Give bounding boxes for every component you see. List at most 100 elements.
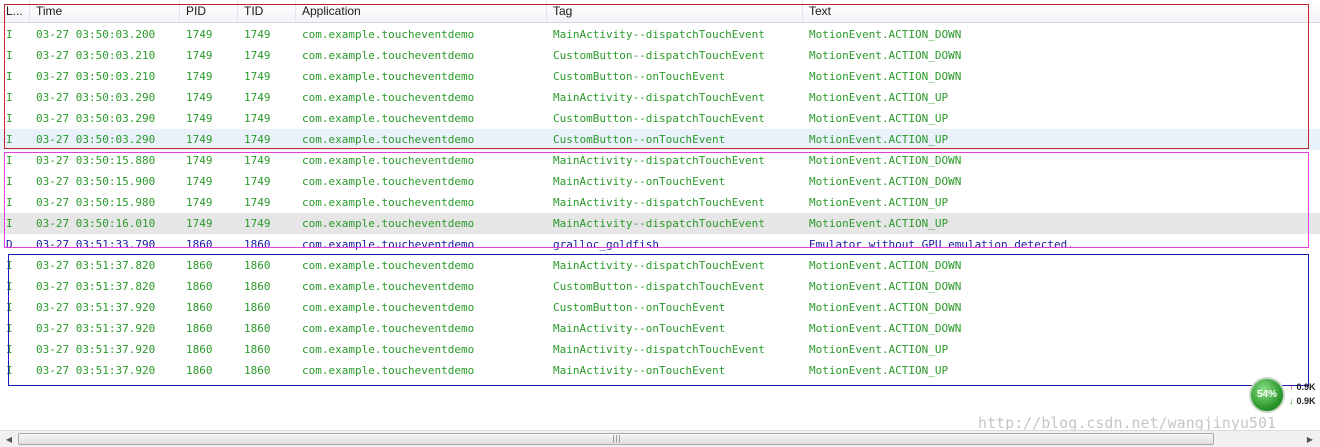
cell-text: MotionEvent.ACTION_DOWN <box>809 49 962 62</box>
cell-text: MotionEvent.ACTION_UP <box>809 133 949 146</box>
cell-time: 03-27 03:50:03.290 <box>36 112 156 125</box>
cell-pid: 1749 <box>186 196 213 209</box>
cell-text: MotionEvent.ACTION_DOWN <box>809 175 962 188</box>
log-row[interactable]: D 03-27 03:51:33.790 1860 1860 com.example.t… <box>0 234 1320 255</box>
network-monitor-widget[interactable]: 54% ↑ 0.9K ↓ 0.9K <box>1249 374 1320 416</box>
cell-tag: CustomButton--onTouchEvent <box>553 133 726 146</box>
cell-application: com.example.toucheventdemo <box>302 133 475 146</box>
scroll-right-icon[interactable]: ▶ <box>1302 432 1318 447</box>
log-row[interactable]: I 03-27 03:51:37.920 1860 1860 com.example.t… <box>0 318 1320 339</box>
cell-pid: 1749 <box>186 49 213 62</box>
cell-level: I <box>6 175 13 188</box>
cell-tid: 1860 <box>244 322 271 335</box>
cell-time: 03-27 03:50:03.290 <box>36 91 156 104</box>
cell-text: MotionEvent.ACTION_UP <box>809 217 949 230</box>
cell-tid: 1860 <box>244 364 271 377</box>
cell-pid: 1749 <box>186 112 213 125</box>
log-row[interactable]: I 03-27 03:50:03.210 1749 1749 com.example.t… <box>0 66 1320 87</box>
scroll-left-icon[interactable]: ◀ <box>1 432 17 447</box>
cell-tag: MainActivity--dispatchTouchEvent <box>553 343 765 356</box>
cpu-usage-badge: 54% <box>1249 377 1285 413</box>
cell-text: MotionEvent.ACTION_DOWN <box>809 259 962 272</box>
column-header-tag[interactable]: Tag <box>547 0 803 22</box>
cell-tag: MainActivity--onTouchEvent <box>553 364 726 377</box>
cell-text: MotionEvent.ACTION_UP <box>809 364 949 377</box>
cell-tag: MainActivity--dispatchTouchEvent <box>553 196 765 209</box>
log-row[interactable]: I 03-27 03:51:37.820 1860 1860 com.example.t… <box>0 276 1320 297</box>
log-row[interactable]: I 03-27 03:50:03.290 1749 1749 com.example.t… <box>0 108 1320 129</box>
cell-level: I <box>6 91 13 104</box>
cell-tag: gralloc_goldfish <box>553 238 659 251</box>
log-row[interactable]: I 03-27 03:51:37.920 1860 1860 com.example.t… <box>0 339 1320 360</box>
cell-tid: 1860 <box>244 343 271 356</box>
cell-tid: 1860 <box>244 238 271 251</box>
cell-level: I <box>6 301 13 314</box>
column-header-application[interactable]: Application <box>296 0 547 22</box>
cell-tag: MainActivity--dispatchTouchEvent <box>553 154 765 167</box>
log-row[interactable]: I 03-27 03:50:15.900 1749 1749 com.example.t… <box>0 171 1320 192</box>
cell-time: 03-27 03:51:37.920 <box>36 322 156 335</box>
cell-level: I <box>6 112 13 125</box>
cell-time: 03-27 03:50:15.980 <box>36 196 156 209</box>
log-table-body: I 03-27 03:50:03.200 1749 1749 com.example.t… <box>0 24 1320 384</box>
cell-tag: CustomButton--onTouchEvent <box>553 70 726 83</box>
cell-time: 03-27 03:50:15.900 <box>36 175 156 188</box>
log-row[interactable]: I 03-27 03:50:03.210 1749 1749 com.example.t… <box>0 45 1320 66</box>
column-header-time[interactable]: Time <box>30 0 180 22</box>
log-row[interactable]: I 03-27 03:50:03.290 1749 1749 com.example.t… <box>0 87 1320 108</box>
cell-application: com.example.toucheventdemo <box>302 175 475 188</box>
cell-text: MotionEvent.ACTION_UP <box>809 91 949 104</box>
cell-pid: 1749 <box>186 91 213 104</box>
log-row[interactable]: I 03-27 03:51:37.820 1860 1860 com.example.t… <box>0 255 1320 276</box>
cell-pid: 1860 <box>186 322 213 335</box>
cell-time: 03-27 03:51:37.820 <box>36 259 156 272</box>
cell-pid: 1860 <box>186 343 213 356</box>
column-header-text[interactable]: Text <box>803 0 1320 22</box>
cell-tid: 1749 <box>244 196 271 209</box>
cell-application: com.example.toucheventdemo <box>302 322 475 335</box>
cell-application: com.example.toucheventdemo <box>302 259 475 272</box>
scrollbar-thumb[interactable]: ||| <box>18 433 1214 445</box>
column-header-label: Text <box>809 4 832 18</box>
column-header-level[interactable]: L... <box>0 0 30 22</box>
download-speed: 0.9K <box>1296 396 1316 406</box>
cell-time: 03-27 03:50:03.290 <box>36 133 156 146</box>
cell-time: 03-27 03:51:33.790 <box>36 238 156 251</box>
column-header-label: TID <box>244 4 264 18</box>
cell-tid: 1749 <box>244 175 271 188</box>
cell-pid: 1749 <box>186 175 213 188</box>
column-header-label: Time <box>36 4 63 18</box>
cell-level: I <box>6 343 13 356</box>
cell-application: com.example.toucheventdemo <box>302 49 475 62</box>
cell-time: 03-27 03:51:37.920 <box>36 364 156 377</box>
log-row[interactable]: I 03-27 03:50:15.880 1749 1749 com.example.t… <box>0 150 1320 171</box>
horizontal-scrollbar[interactable]: ◀ ||| ▶ <box>0 430 1320 447</box>
cell-tag: MainActivity--dispatchTouchEvent <box>553 217 765 230</box>
cell-tid: 1749 <box>244 217 271 230</box>
cell-level: I <box>6 322 13 335</box>
column-header-pid[interactable]: PID <box>180 0 238 22</box>
cell-tid: 1749 <box>244 28 271 41</box>
log-row[interactable]: I 03-27 03:51:37.920 1860 1860 com.example.t… <box>0 297 1320 318</box>
cell-application: com.example.toucheventdemo <box>302 238 475 251</box>
cell-text: MotionEvent.ACTION_DOWN <box>809 28 962 41</box>
cell-text: MotionEvent.ACTION_DOWN <box>809 70 962 83</box>
cell-time: 03-27 03:50:03.210 <box>36 70 156 83</box>
cell-application: com.example.toucheventdemo <box>302 28 475 41</box>
cell-pid: 1749 <box>186 217 213 230</box>
log-row[interactable]: I 03-27 03:50:16.010 1749 1749 com.example.t… <box>0 213 1320 234</box>
cell-tag: CustomButton--onTouchEvent <box>553 301 726 314</box>
cell-level: I <box>6 133 13 146</box>
arrow-down-icon: ↓ <box>1289 396 1294 406</box>
log-row[interactable]: I 03-27 03:50:15.980 1749 1749 com.example.t… <box>0 192 1320 213</box>
cell-time: 03-27 03:50:16.010 <box>36 217 156 230</box>
column-header-tid[interactable]: TID <box>238 0 296 22</box>
cell-level: I <box>6 70 13 83</box>
log-row[interactable]: I 03-27 03:50:03.290 1749 1749 com.example.t… <box>0 129 1320 150</box>
cell-application: com.example.toucheventdemo <box>302 343 475 356</box>
upload-speed: 0.9K <box>1296 382 1316 392</box>
log-row[interactable]: I 03-27 03:50:03.200 1749 1749 com.example.t… <box>0 24 1320 45</box>
cell-pid: 1860 <box>186 301 213 314</box>
cell-tid: 1749 <box>244 112 271 125</box>
log-row[interactable]: I 03-27 03:51:37.920 1860 1860 com.example.t… <box>0 360 1320 381</box>
